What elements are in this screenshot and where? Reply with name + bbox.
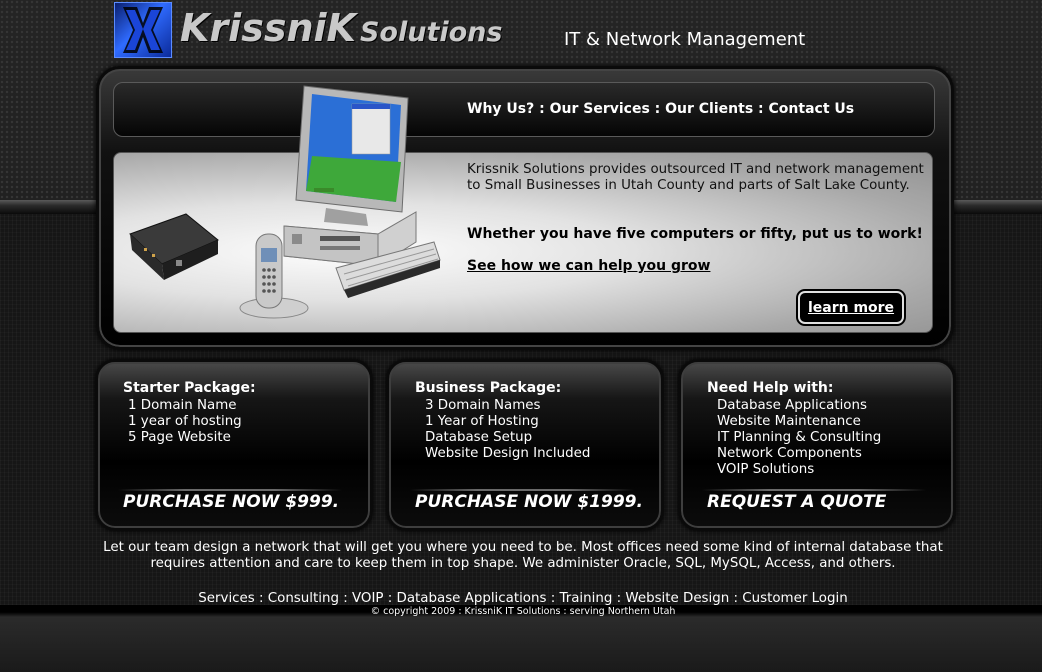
footer-link-consulting[interactable]: Consulting — [268, 591, 339, 606]
main-nav: Why Us? : Our Services : Our Clients : C… — [467, 101, 854, 117]
intro-paragraph: Krissnik Solutions provides outsourced I… — [467, 162, 924, 193]
business-package-list: 3 Domain Names 1 Year of Hosting Databas… — [425, 398, 590, 462]
grow-link[interactable]: See how we can help you grow — [467, 258, 710, 274]
nav-link-contact-us[interactable]: Contact Us — [769, 101, 855, 117]
hero-headline: Whether you have five computers or fifty… — [467, 226, 923, 242]
nav-link-our-services[interactable]: Our Services — [550, 101, 650, 117]
starter-package-title: Starter Package: — [123, 380, 256, 396]
logo-main-text: KrissniK — [180, 6, 356, 50]
list-item: Database Setup — [425, 430, 533, 445]
copyright-text: © copyright 2009 : KrissniK IT Solutions… — [370, 606, 676, 617]
purchase-business-button[interactable]: PURCHASE NOW $1999. — [415, 492, 643, 512]
footer-link-voip[interactable]: VOIP — [352, 591, 384, 606]
modem-icon — [129, 213, 219, 280]
list-item: 1 Domain Name — [128, 398, 237, 413]
floor-background — [0, 617, 1042, 672]
footer-link-services[interactable]: Services — [198, 591, 254, 606]
list-item: Website Design Included — [425, 446, 591, 461]
list-item: 5 Page Website — [128, 430, 231, 445]
footer-link-training[interactable]: Training — [560, 591, 613, 606]
footer-link-customer-login[interactable]: Customer Login — [742, 591, 847, 606]
list-item: 3 Domain Names — [425, 398, 541, 413]
divider — [118, 489, 342, 491]
request-quote-button[interactable]: REQUEST A QUOTE — [707, 492, 886, 512]
divider — [702, 489, 926, 491]
nav-link-our-clients[interactable]: Our Clients — [665, 101, 753, 117]
hero-illustration — [129, 85, 441, 319]
nav-link-why-us[interactable]: Why Us? — [467, 101, 534, 117]
nav-separator: : — [753, 101, 769, 117]
site-tagline: IT & Network Management — [564, 29, 806, 50]
help-package-list: Database Applications Website Maintenanc… — [717, 398, 881, 478]
list-item: 1 Year of Hosting — [425, 414, 539, 429]
business-package-title: Business Package: — [415, 380, 562, 396]
nav-separator: : — [649, 101, 666, 117]
starter-package-list: 1 Domain Name 1 year of hosting 5 Page W… — [128, 398, 242, 446]
list-item: Website Maintenance — [717, 414, 861, 429]
list-item: Database Applications — [717, 398, 867, 413]
about-blurb: Let our team design a network that will … — [103, 540, 943, 571]
footer-link-website-design[interactable]: Website Design — [625, 591, 729, 606]
logo-wordmark[interactable]: KrissniK Solutions — [180, 6, 502, 50]
list-item: VOIP Solutions — [717, 462, 815, 477]
learn-more-label: learn more — [807, 299, 895, 316]
logo-sub-text: Solutions — [359, 17, 503, 48]
learn-more-button[interactable]: learn more — [798, 291, 904, 324]
list-item: IT Planning & Consulting — [717, 430, 882, 445]
footer-nav: Services : Consulting : VOIP : Database … — [198, 591, 848, 606]
list-item: 1 year of hosting — [128, 414, 242, 429]
logo-mark-icon[interactable] — [114, 2, 172, 58]
nav-separator: : — [534, 101, 550, 117]
computer-icon — [283, 85, 417, 267]
purchase-starter-button[interactable]: PURCHASE NOW $999. — [123, 492, 339, 512]
footer-link-database-applications[interactable]: Database Applications — [397, 591, 547, 606]
help-package-title: Need Help with: — [707, 380, 834, 396]
divider — [410, 489, 634, 491]
list-item: Network Components — [717, 446, 862, 461]
